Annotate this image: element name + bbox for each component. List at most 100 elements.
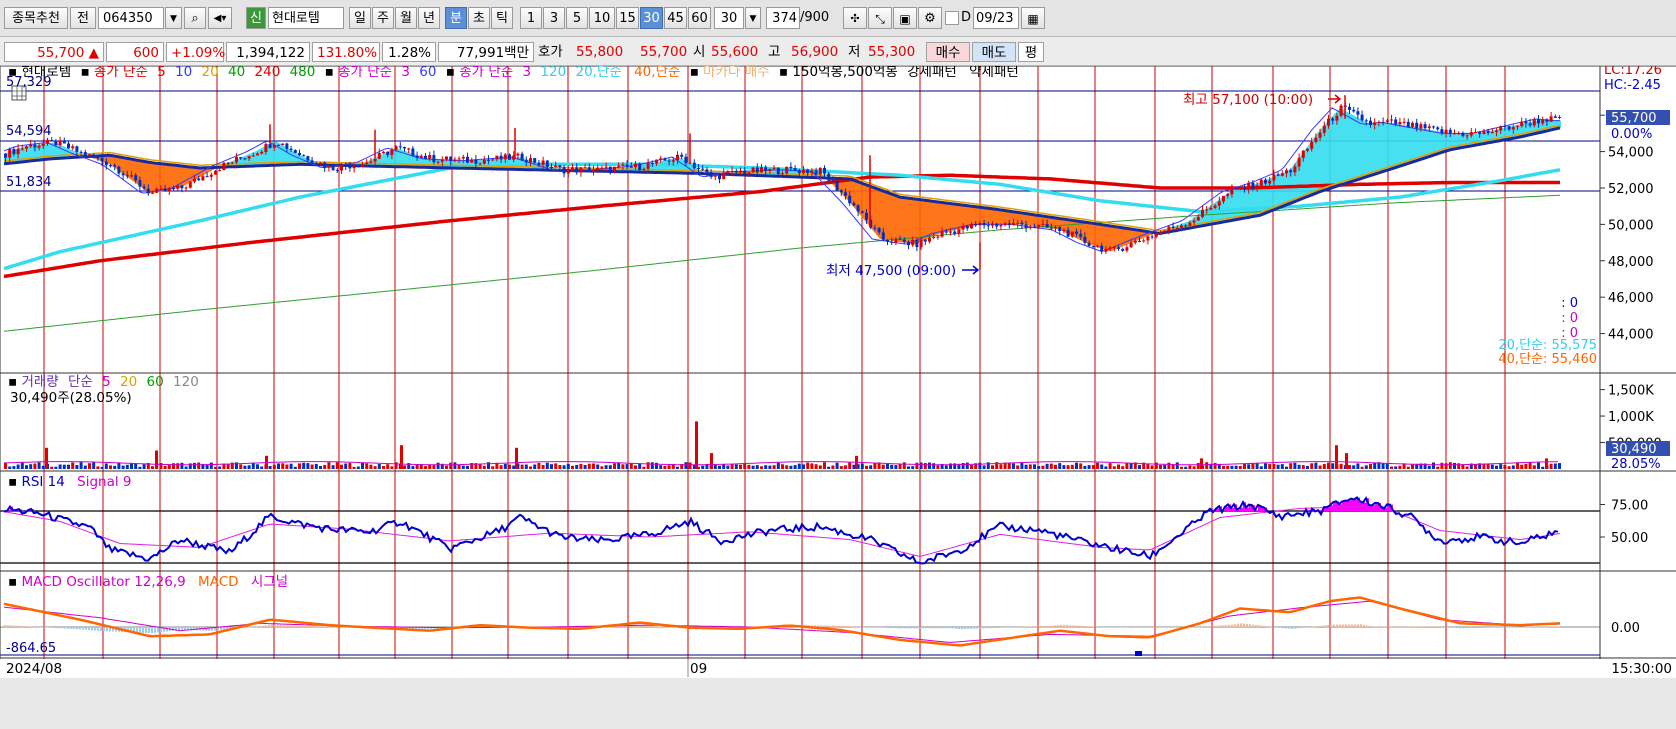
candle-body: [121, 173, 125, 176]
volume-bar: [886, 463, 889, 469]
interval-10-button[interactable]: 10: [589, 7, 615, 29]
prev-button[interactable]: 전: [70, 7, 96, 29]
volume-bar: [482, 465, 486, 469]
volume-bar: [193, 462, 196, 469]
sell-button[interactable]: 매도: [972, 42, 1016, 62]
interval-1-button[interactable]: 1: [520, 7, 542, 29]
period-tick-button[interactable]: 틱: [491, 7, 513, 29]
legend-ma-label: 종가 단순: [94, 66, 148, 80]
period-week-button[interactable]: 주: [372, 7, 394, 29]
volume-bar: [869, 465, 873, 469]
volume-bar: [1129, 463, 1133, 469]
candle-body: [193, 178, 196, 182]
candle-body: [285, 143, 289, 149]
candle-body: [46, 140, 49, 144]
buy-button[interactable]: 매수: [926, 42, 970, 62]
stock-code-dropdown-icon[interactable]: ▼: [165, 7, 182, 29]
candle-body: [260, 151, 264, 154]
interval-3-button[interactable]: 3: [543, 7, 565, 29]
candle-body: [1453, 133, 1456, 135]
volume-bar: [327, 462, 331, 469]
macd-oscillator-bar: [1096, 626, 1098, 628]
tools-icon[interactable]: ✣: [843, 7, 867, 29]
volume-bar: [734, 464, 738, 469]
interval-5-button[interactable]: 5: [566, 7, 588, 29]
volume-bar: [109, 465, 112, 469]
candle-body: [1310, 141, 1314, 149]
gear-icon[interactable]: ⚙: [918, 7, 942, 29]
candle-body: [1474, 132, 1477, 133]
candle-body: [621, 164, 625, 166]
macd-oscillator-bar: [1126, 627, 1128, 628]
search-icon[interactable]: ⌕: [184, 7, 206, 29]
candle-body: [646, 163, 650, 169]
candle-body: [1188, 222, 1192, 226]
candle-body: [348, 166, 352, 169]
candle-body: [373, 158, 377, 162]
new-label-button[interactable]: 신: [246, 7, 266, 29]
count-input[interactable]: 374: [766, 7, 800, 29]
stock-code-input[interactable]: 064350: [98, 7, 164, 29]
macd-oscillator-bar: [157, 627, 159, 633]
candle-body: [369, 161, 373, 163]
candle-body: [1457, 133, 1461, 134]
candle-body: [390, 149, 394, 155]
macd-oscillator-bar: [1243, 623, 1245, 627]
candle-body: [33, 144, 37, 148]
volume-bar: [1318, 465, 1322, 469]
volume-bar: [961, 463, 965, 469]
chart-area[interactable]: ▪ 현대로템 ▪ 종가 단순 5 10 20 40 240 480 ▪ 종가 단…: [0, 63, 1676, 725]
candle-body: [772, 167, 776, 169]
macd-oscillator-bar: [310, 626, 312, 627]
period-month-button[interactable]: 월: [395, 7, 417, 29]
macd-oscillator-bar: [649, 626, 651, 627]
interval-45-button[interactable]: 45: [664, 7, 687, 29]
interval-dropdown-icon[interactable]: ▼: [745, 7, 761, 29]
date-input[interactable]: 09/23: [973, 7, 1019, 29]
macd-oscillator-bar: [853, 626, 855, 628]
period-minute-button[interactable]: 분: [445, 7, 467, 29]
volume-bar: [554, 463, 558, 469]
macd-oscillator-bar: [1351, 624, 1353, 627]
eval-button[interactable]: 평: [1018, 42, 1044, 62]
candle-body: [16, 148, 20, 155]
macd-oscillator-bar: [1495, 627, 1497, 628]
interval-15-button[interactable]: 15: [616, 7, 639, 29]
volume-bar: [382, 466, 385, 469]
period-second-button[interactable]: 초: [468, 7, 490, 29]
volume-bar: [718, 465, 721, 469]
volume-bar: [239, 464, 243, 469]
volume-bar: [1440, 462, 1444, 469]
candle-body: [873, 227, 877, 229]
calendar-icon[interactable]: ▦: [1021, 7, 1045, 29]
macd-oscillator-bar: [331, 626, 333, 628]
macd-oscillator-bar: [661, 626, 663, 628]
candle-body: [797, 170, 801, 173]
candle-body: [663, 158, 667, 161]
candle-body: [806, 169, 810, 174]
candle-body: [251, 155, 255, 157]
recommend-button[interactable]: 종목추천: [4, 7, 68, 29]
stock-chart[interactable]: ▪ 현대로템 ▪ 종가 단순 5 10 20 40 240 480 ▪ 종가 단…: [0, 63, 1676, 725]
candle-body: [1054, 227, 1057, 228]
sound-icon[interactable]: ◀▾: [208, 7, 232, 29]
interval-30-button[interactable]: 30: [640, 7, 663, 29]
candle-body: [697, 168, 700, 169]
period-year-button[interactable]: 년: [418, 7, 440, 29]
save-icon[interactable]: ▣: [893, 7, 917, 29]
line-tool-icon[interactable]: ⤡: [868, 7, 892, 29]
volume-bar: [180, 462, 184, 469]
stock-name-field[interactable]: 현대로템: [268, 7, 344, 29]
interval-60-button[interactable]: 60: [688, 7, 711, 29]
macd-oscillator-bar: [1240, 623, 1242, 627]
d-checkbox[interactable]: [945, 11, 959, 25]
macd-oscillator-bar: [259, 626, 261, 627]
volume-bar: [1474, 464, 1477, 469]
interval-select[interactable]: 30: [714, 7, 744, 29]
candle-body: [1096, 245, 1099, 247]
volume-bar: [600, 466, 604, 469]
volume-bar: [890, 464, 894, 469]
candle-body: [881, 232, 885, 240]
candle-body: [327, 165, 331, 168]
period-day-button[interactable]: 일: [349, 7, 371, 29]
